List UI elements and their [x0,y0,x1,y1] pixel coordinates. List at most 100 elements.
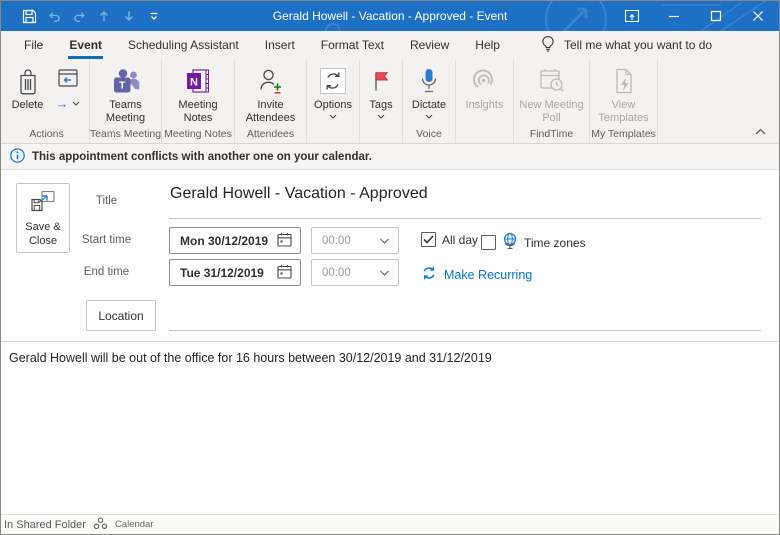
ribbon-group-meeting-notes: N Meeting Notes Meeting Notes [162,59,235,143]
start-time-label: Start time [59,234,154,246]
title-field[interactable]: Gerald Howell - Vacation - Approved [170,185,428,203]
undo-icon [45,7,63,25]
event-form: Save & Close Title Gerald Howell - Vacat… [1,170,779,342]
end-date-picker[interactable]: Tue 31/12/2019 [169,259,301,286]
globe-icon [502,232,518,253]
teams-meeting-label: Teams Meeting [93,99,158,125]
insights-button: Insights [464,62,506,112]
tell-me-box[interactable]: Tell me what you want to do [541,31,712,59]
location-button-label: Location [98,309,143,323]
meeting-notes-button[interactable]: N Meeting Notes [163,62,233,125]
tab-scheduling-assistant[interactable]: Scheduling Assistant [115,31,252,59]
start-time-value: 00:00 [322,235,351,247]
chevron-down-icon [377,113,385,119]
microphone-icon [417,65,441,97]
minimize-icon[interactable] [653,1,695,31]
outlook-event-window: Gerald Howell - Vacation - Approved - Ev… [0,0,780,535]
delete-button[interactable]: Delete [7,62,49,112]
dictate-button[interactable]: Dictate [410,62,448,119]
meeting-notes-label: Meeting Notes [165,99,231,125]
ribbon-group-attendees: Invite Attendees Attendees [235,59,307,143]
title-field-underline [169,218,761,219]
chevron-down-icon [329,113,337,119]
teams-icon: T [111,65,141,97]
tags-label: Tags [369,99,392,112]
invite-attendees-button[interactable]: Invite Attendees [236,62,305,125]
svg-text:T: T [118,80,125,92]
group-label-actions: Actions [29,127,63,143]
quick-access-toolbar [1,7,163,25]
maximize-icon[interactable] [695,1,737,31]
move-down-icon [120,7,138,25]
tab-file[interactable]: File [11,31,56,59]
view-templates-button: View Templates [591,62,656,125]
tab-review[interactable]: Review [397,31,462,59]
ribbon-group-options: Options [307,59,360,143]
location-field-underline [169,330,761,331]
window-title: Gerald Howell - Vacation - Approved - Ev… [273,1,508,31]
tags-button[interactable]: Tags [367,62,394,119]
status-bar: In Shared Folder Calendar [1,514,779,534]
chevron-down-icon [380,267,389,279]
checkbox-checked-icon[interactable] [421,232,436,247]
folder-name[interactable]: Calendar [115,519,154,530]
tab-format-text[interactable]: Format Text [308,31,397,59]
start-time-combo[interactable]: 00:00 [311,227,399,254]
make-recurring-label: Make Recurring [444,268,532,282]
options-label: Options [314,99,352,112]
onenote-icon: N [184,65,212,97]
checkbox-unchecked-icon[interactable] [481,235,496,250]
end-time-combo[interactable]: 00:00 [311,259,399,286]
forward-button[interactable]: → [49,62,87,110]
end-time-value: 00:00 [322,267,351,279]
title-label: Title [59,195,154,207]
insights-label: Insights [466,99,504,112]
ribbon-group-insights: Insights [456,59,514,143]
tab-insert[interactable]: Insert [252,31,308,59]
make-recurring-link[interactable]: Make Recurring [421,265,532,284]
ribbon-group-findtime: New Meeting Poll FindTime [514,59,590,143]
time-zones-checkbox[interactable]: Time zones [481,232,586,253]
tab-help[interactable]: Help [462,31,513,59]
save-icon[interactable] [20,7,38,25]
calendar-picker-icon[interactable] [276,263,293,283]
forward-arrow: → [56,99,69,109]
window-controls [611,1,779,31]
lightbulb-icon [541,35,555,55]
conflict-message: This appointment conflicts with another … [32,151,372,163]
ribbon-tab-bar: File Event Scheduling Assistant Insert F… [1,31,779,59]
ribbon: Delete → [1,59,779,144]
close-icon[interactable] [737,1,779,31]
location-button[interactable]: Location [86,300,156,331]
group-label-teams-meeting: Teams Meeting [90,127,161,143]
chevron-down-icon [425,113,433,119]
time-zones-label: Time zones [524,236,586,250]
new-meeting-poll-label: New Meeting Poll [517,99,586,125]
group-label-meeting-notes: Meeting Notes [164,127,232,143]
chevron-down-icon [380,235,389,247]
event-body-editor[interactable]: Gerald Howell will be out of the office … [1,342,779,514]
teams-meeting-button[interactable]: T Teams Meeting [91,62,160,125]
customize-qat-icon[interactable] [145,7,163,25]
delete-label: Delete [12,99,44,112]
recurrence-icon [319,65,347,97]
invite-attendees-icon [258,65,284,97]
insights-icon [470,65,498,97]
group-label-attendees: Attendees [247,127,294,143]
ribbon-group-actions: Delete → [4,59,90,143]
end-time-label: End time [59,266,154,278]
templates-icon [611,65,637,97]
ribbon-display-options-icon[interactable] [611,1,653,31]
redo-icon [70,7,88,25]
calendar-picker-icon[interactable] [276,231,293,251]
collapse-ribbon-icon[interactable] [752,124,768,138]
tab-event[interactable]: Event [56,31,115,59]
options-button[interactable]: Options [312,62,354,119]
start-date-picker[interactable]: Mon 30/12/2019 [169,227,301,254]
ribbon-group-voice: Dictate Voice [403,59,456,143]
ribbon-group-tags: Tags [360,59,403,143]
end-date-value: Tue 31/12/2019 [180,266,264,280]
all-day-checkbox[interactable]: All day [421,232,478,247]
dictate-label: Dictate [412,99,446,112]
view-templates-label: View Templates [593,99,654,125]
